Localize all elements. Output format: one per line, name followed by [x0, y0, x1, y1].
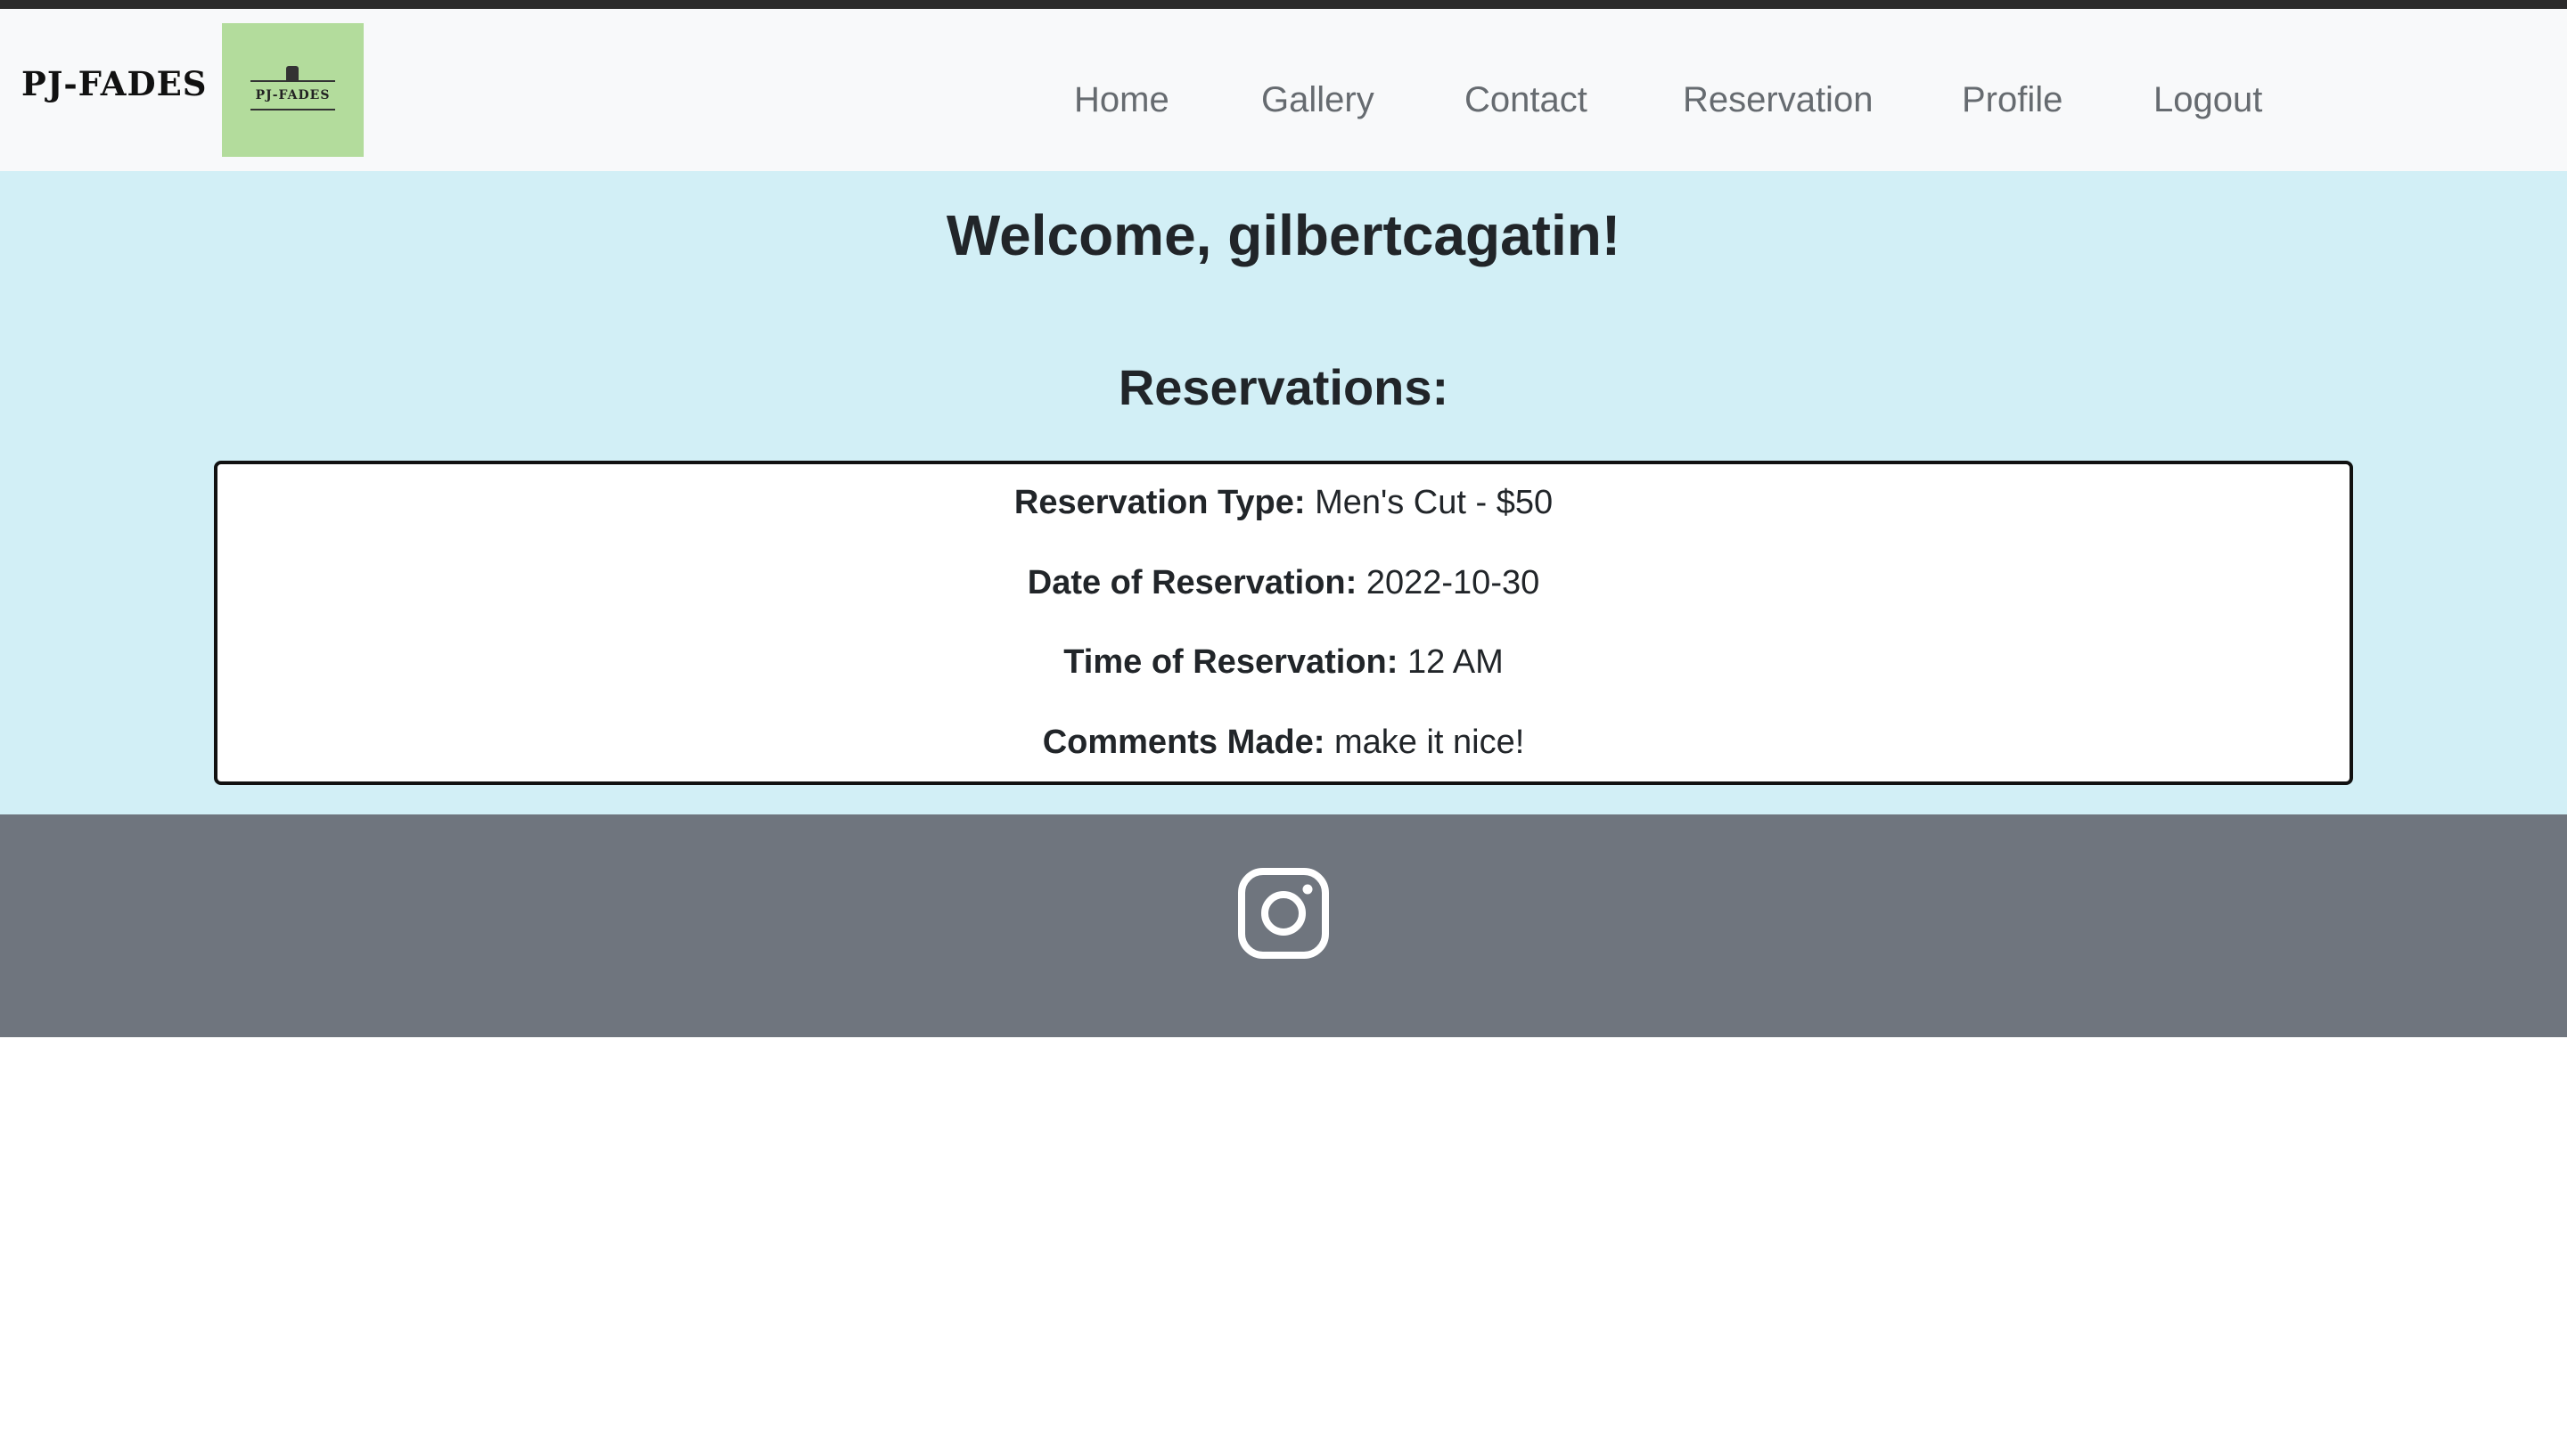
nav-contact[interactable]: Contact	[1464, 78, 1587, 121]
reservation-time-label: Time of Reservation:	[1063, 643, 1398, 681]
reservation-type-value: Men's Cut - $50	[1315, 484, 1554, 521]
nav-home[interactable]: Home	[1074, 78, 1169, 121]
reservation-date-row: Date of Reservation: 2022-10-30	[217, 562, 2350, 603]
nav-logout[interactable]: Logout	[2153, 78, 2262, 121]
nav-reservation[interactable]: Reservation	[1683, 78, 1873, 121]
top-browser-strip	[0, 0, 2567, 9]
reservation-comments-row: Comments Made: make it nice!	[217, 722, 2350, 763]
reservation-comments-value: make it nice!	[1333, 724, 1525, 761]
reservation-date-value: 2022-10-30	[1366, 564, 1540, 601]
instagram-icon[interactable]	[1238, 868, 1329, 959]
nav-gallery[interactable]: Gallery	[1261, 78, 1374, 121]
reservation-type-label: Reservation Type:	[1013, 484, 1306, 521]
reservation-time-value: 12 AM	[1407, 643, 1504, 681]
footer	[0, 814, 2567, 1037]
nav-links: Home Gallery Contact Reservation Profile…	[0, 78, 2567, 121]
main-content: Welcome, gilbertcagatin! Reservations: R…	[0, 171, 2567, 814]
nav-profile[interactable]: Profile	[1962, 78, 2063, 121]
navbar: PJ-FADES PJ-FADES Home Gallery Contact R…	[0, 9, 2567, 171]
reservation-time-row: Time of Reservation: 12 AM	[217, 642, 2350, 683]
welcome-heading: Welcome, gilbertcagatin!	[946, 203, 1621, 267]
reservation-type-row: Reservation Type: Men's Cut - $50	[217, 482, 2350, 523]
reservation-comments-label: Comments Made:	[1042, 724, 1325, 761]
reservation-date-label: Date of Reservation:	[1027, 564, 1357, 601]
reservation-card: Reservation Type: Men's Cut - $50 Date o…	[214, 461, 2353, 785]
reservations-heading: Reservations:	[1118, 359, 1449, 415]
